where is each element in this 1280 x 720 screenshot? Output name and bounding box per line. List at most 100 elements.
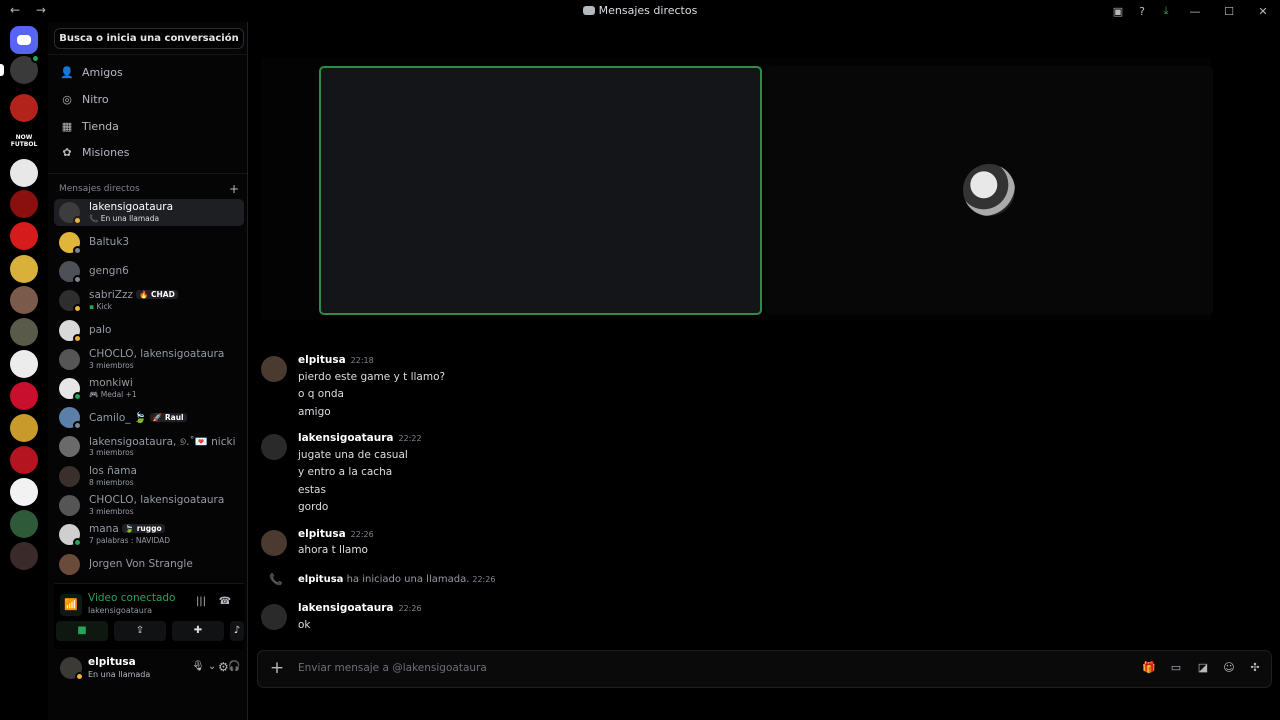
phone-icon: 📞 <box>89 214 99 223</box>
message-author[interactable]: lakensigoataura <box>298 432 394 444</box>
signal-icon[interactable]: 📶 <box>60 594 82 616</box>
maximize-button[interactable]: ☐ <box>1212 0 1246 22</box>
message-timestamp: 22:18 <box>350 356 374 365</box>
dm-item[interactable]: Baltuk3 <box>54 229 244 256</box>
home-button[interactable] <box>10 26 38 54</box>
nav-shop[interactable]: ▦ Tienda <box>54 114 244 138</box>
shop-icon: ▦ <box>61 119 73 133</box>
dm-item[interactable]: gengn6 <box>54 258 244 285</box>
nav-nitro[interactable]: ◎ Nitro <box>54 87 244 111</box>
message-composer[interactable]: + Enviar mensaje a @lakensigoataura 🎁 ▭ … <box>257 650 1272 688</box>
create-dm-icon[interactable]: + <box>229 182 239 196</box>
user-name[interactable]: elpitusa <box>88 656 136 668</box>
dm-name: sabriZzz 🔥 CHAD <box>89 289 178 301</box>
dm-item[interactable]: lakensigoataura 📞 En una llamada <box>54 199 244 226</box>
sticker-icon[interactable]: ◪ <box>1195 661 1211 677</box>
dm-item[interactable]: monkiwi 🎮 Medal +1 <box>54 375 244 402</box>
status-badge <box>31 54 40 63</box>
server-icon[interactable] <box>10 350 38 378</box>
dm-activity: ▪ Kick <box>89 302 112 311</box>
dm-item[interactable]: sabriZzz 🔥 CHAD ▪ Kick <box>54 287 244 314</box>
server-icon[interactable] <box>10 190 38 218</box>
message-avatar[interactable] <box>261 530 287 556</box>
message-text: jugate una de casual <box>298 449 408 461</box>
message-input[interactable]: Enviar mensaje a @lakensigoataura <box>298 662 487 674</box>
message-timestamp: 22:26 <box>350 530 374 539</box>
dm-name: Jorgen Von Strangle <box>89 558 193 570</box>
activities-button[interactable]: ✚ <box>172 621 224 641</box>
soundboard-icon: ♪ <box>233 625 241 636</box>
minimize-button[interactable]: — <box>1178 0 1212 22</box>
dm-item[interactable]: Camilo_ 🍃 🚀 Raul <box>54 404 244 431</box>
server-icon[interactable] <box>10 255 38 283</box>
screen-share-button[interactable]: ⇪ <box>114 621 166 641</box>
headset-options-chevron-icon[interactable]: ⌄ <box>192 660 206 676</box>
dm-item[interactable]: CHOCLO, lakensigoataura 3 miembros <box>54 492 244 519</box>
server-icon[interactable] <box>10 510 38 538</box>
nav-label: Amigos <box>82 65 123 79</box>
inbox-icon[interactable]: ▣ <box>1106 0 1130 22</box>
search-conversation-button[interactable]: Busca o inicia una conversación <box>54 28 244 49</box>
message-author[interactable]: elpitusa <box>298 354 346 366</box>
server-icon[interactable] <box>10 478 38 506</box>
gif-icon[interactable]: ▭ <box>1168 661 1184 677</box>
message-author[interactable]: elpitusa <box>298 528 346 540</box>
dm-item[interactable]: CHOCLO, lakensigoataura 3 miembros <box>54 346 244 373</box>
status-indicator <box>73 246 82 255</box>
user-status-text: En una llamada <box>88 670 151 679</box>
system-user[interactable]: elpitusa <box>298 574 343 585</box>
status-indicator <box>73 392 82 401</box>
camera-button[interactable]: ■ <box>56 621 108 641</box>
group-avatar <box>59 495 80 516</box>
soundboard-button[interactable]: ♪ <box>230 621 244 641</box>
dm-item[interactable]: los ñama 8 miembros <box>54 463 244 490</box>
message-avatar[interactable] <box>261 434 287 460</box>
emoji-icon[interactable]: ☺ <box>1221 661 1237 677</box>
server-icon[interactable] <box>10 286 38 314</box>
self-video-tile[interactable] <box>319 66 762 315</box>
dm-member-count: 3 miembros <box>89 361 134 370</box>
download-icon[interactable]: ⤓ <box>1154 0 1178 22</box>
message-avatar[interactable] <box>261 356 287 382</box>
dm-main: elpitusa 22:18 pierdo este game y t llamo… <box>249 22 1280 720</box>
noise-suppression-icon[interactable]: ||| <box>193 596 209 610</box>
dm-item[interactable]: mana 🍃 ruggo 7 palabras : NAVIDAD <box>54 521 244 548</box>
server-icon[interactable] <box>10 446 38 474</box>
close-button[interactable]: ✕ <box>1246 0 1280 22</box>
server-icon[interactable] <box>0 54 40 84</box>
server-now-futbol[interactable]: NOW FUTBOL <box>10 134 38 154</box>
nav-quests[interactable]: ✿ Misiones <box>54 140 244 164</box>
avatar <box>59 554 80 575</box>
dm-member-count: 3 miembros <box>89 448 134 457</box>
server-icon[interactable] <box>10 542 38 570</box>
server-icon[interactable] <box>10 94 38 122</box>
attach-plus-icon[interactable]: + <box>268 659 286 677</box>
dm-name-text: Camilo_ 🍃 <box>89 412 147 424</box>
gift-icon[interactable]: 🎁 <box>1141 661 1157 677</box>
server-icon[interactable] <box>10 382 38 410</box>
nav-friends[interactable]: 👤 Amigos <box>54 60 244 84</box>
message-header: elpitusa 22:18 <box>298 354 374 366</box>
apps-icon[interactable]: ✣ <box>1247 661 1263 677</box>
dm-item[interactable]: Jorgen Von Strangle <box>54 551 244 578</box>
participant-tile[interactable] <box>765 66 1213 315</box>
quests-icon: ✿ <box>62 145 72 159</box>
mic-options-chevron-icon[interactable]: ⌄ <box>208 661 216 677</box>
help-icon[interactable]: ? <box>1130 0 1154 22</box>
message-author[interactable]: lakensigoataura <box>298 602 394 614</box>
server-icon[interactable] <box>10 159 38 187</box>
nav-label: Misiones <box>82 145 130 159</box>
server-icon[interactable] <box>10 414 38 442</box>
server-icon[interactable] <box>10 318 38 346</box>
message-avatar[interactable] <box>261 604 287 630</box>
message-header: elpitusa 22:26 <box>298 528 374 540</box>
server-indicator <box>0 64 4 76</box>
server-icon[interactable] <box>10 222 38 250</box>
disconnect-icon[interactable]: ☎ <box>217 596 233 610</box>
dm-sidebar: Busca o inicia una conversación 👤 Amigos … <box>48 22 248 720</box>
dm-item[interactable]: palo <box>54 317 244 344</box>
voice-channel[interactable]: lakensigoataura <box>88 606 152 615</box>
phone-icon: 📞 <box>269 573 283 586</box>
dm-item[interactable]: lakensigoataura, ୭.˚💌 nicki nic... 3 mie… <box>54 433 244 460</box>
settings-gear-icon[interactable]: ⚙ <box>218 660 232 676</box>
